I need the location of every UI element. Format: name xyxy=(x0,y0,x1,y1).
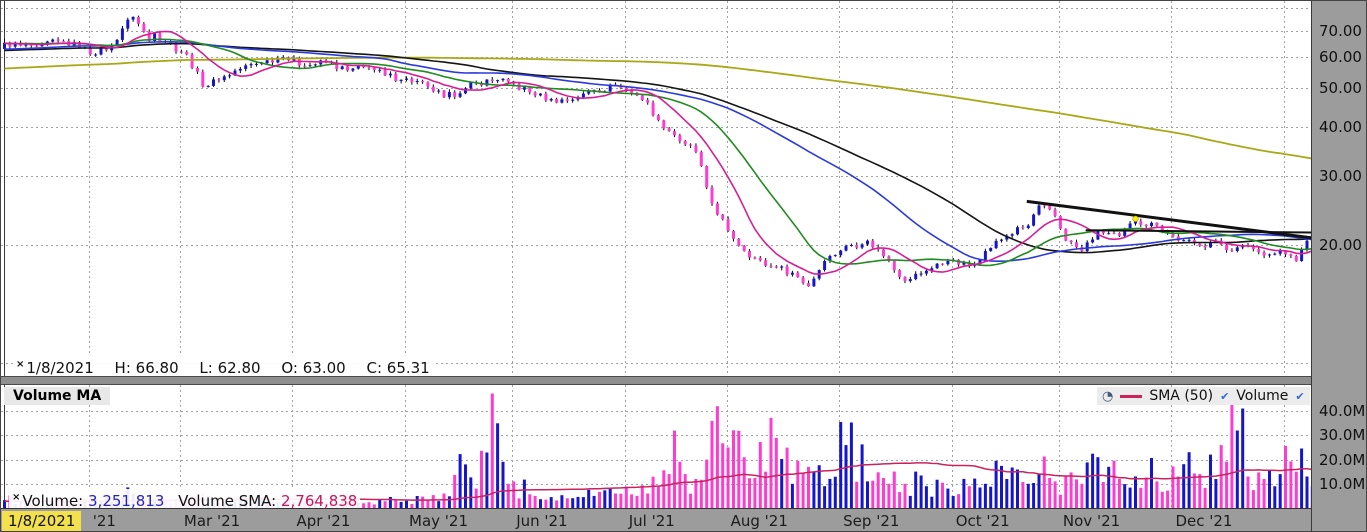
close-label: C: xyxy=(366,359,382,377)
readout-date: 1/8/2021 xyxy=(26,359,93,377)
event-marker-dot xyxy=(1133,216,1139,222)
sma-50-line xyxy=(5,42,1312,261)
month-label: Sep '21 xyxy=(843,512,899,530)
price-axis-label: 30.00 xyxy=(1319,167,1362,185)
open-label: O: xyxy=(281,359,298,377)
sma-dropdown-check-icon[interactable]: ✔ xyxy=(1220,390,1229,403)
month-label: Jun '21 xyxy=(516,512,567,530)
month-label: May '21 xyxy=(409,512,468,530)
price-axis-label: 70.00 xyxy=(1319,22,1362,40)
volume-pane-title[interactable]: Volume MA xyxy=(4,387,110,405)
volume-dropdown-check-icon[interactable]: ✔ xyxy=(1295,390,1304,403)
gridlines xyxy=(1,1,1311,508)
month-label: Apr '21 xyxy=(296,512,350,530)
price-axis[interactable]: 70.00 60.00 50.00 40.00 30.00 20.00 40.0M 30.0M… xyxy=(1311,1,1367,532)
remove-volume-indicator-icon[interactable]: × xyxy=(12,492,20,503)
price-volume-chart-canvas[interactable] xyxy=(1,1,1311,508)
sma-65-line xyxy=(5,44,1312,253)
volume-legend: ◔ SMA (50) ✔ Volume ✔ xyxy=(1097,387,1310,405)
price-axis-label: 20.00 xyxy=(1319,236,1362,254)
sma-10-line xyxy=(5,31,1312,274)
volume-axis-label: 20.0M xyxy=(1319,451,1365,469)
high-value: 66.80 xyxy=(136,359,179,377)
month-label: Mar '21 xyxy=(184,512,240,530)
sma-legend-label[interactable]: SMA (50) xyxy=(1149,388,1213,404)
month-label: Aug '21 xyxy=(731,512,788,530)
indicator-pie-icon[interactable]: ◔ xyxy=(1102,390,1113,403)
highlighted-date-chip: 1/8/2021 xyxy=(2,511,81,531)
remove-price-indicator-icon[interactable]: × xyxy=(16,359,24,370)
open-value: 63.00 xyxy=(303,359,346,377)
sma-200-line xyxy=(5,58,1312,159)
volume-legend-label[interactable]: Volume xyxy=(1236,388,1288,404)
month-label: Jul '21 xyxy=(629,512,675,530)
volume-axis-label: 10.0M xyxy=(1319,475,1365,493)
sma-line-swatch xyxy=(1120,395,1142,398)
moving-averages xyxy=(5,31,1312,274)
month-label: '21 xyxy=(93,512,116,530)
volume-readout: ×Volume: 3,251,813 Volume SMA: 2,764,838 xyxy=(9,489,360,510)
close-value: 65.31 xyxy=(387,359,430,377)
volume-axis-label: 40.0M xyxy=(1319,402,1365,420)
price-readout: ×1/8/2021 H: 66.80 L: 62.80 O: 63.00 C: … xyxy=(13,356,433,377)
trading-chart-window: ×1/8/2021 H: 66.80 L: 62.80 O: 63.00 C: … xyxy=(0,0,1367,532)
pane-separator[interactable] xyxy=(1,376,1311,385)
time-axis[interactable]: 1/8/2021 '21 Mar '21 Apr '21 May '21 Jun '21… xyxy=(1,508,1367,532)
low-value: 62.80 xyxy=(218,359,261,377)
high-label: H: xyxy=(115,359,131,377)
month-label: Oct '21 xyxy=(956,512,1010,530)
month-label: Nov '21 xyxy=(1063,512,1120,530)
month-label: Dec '21 xyxy=(1175,512,1232,530)
price-axis-label: 50.00 xyxy=(1319,79,1362,97)
volume-axis-label: 30.0M xyxy=(1319,426,1365,444)
price-axis-label: 60.00 xyxy=(1319,48,1362,66)
price-axis-label: 40.00 xyxy=(1319,118,1362,136)
low-label: L: xyxy=(199,359,212,377)
